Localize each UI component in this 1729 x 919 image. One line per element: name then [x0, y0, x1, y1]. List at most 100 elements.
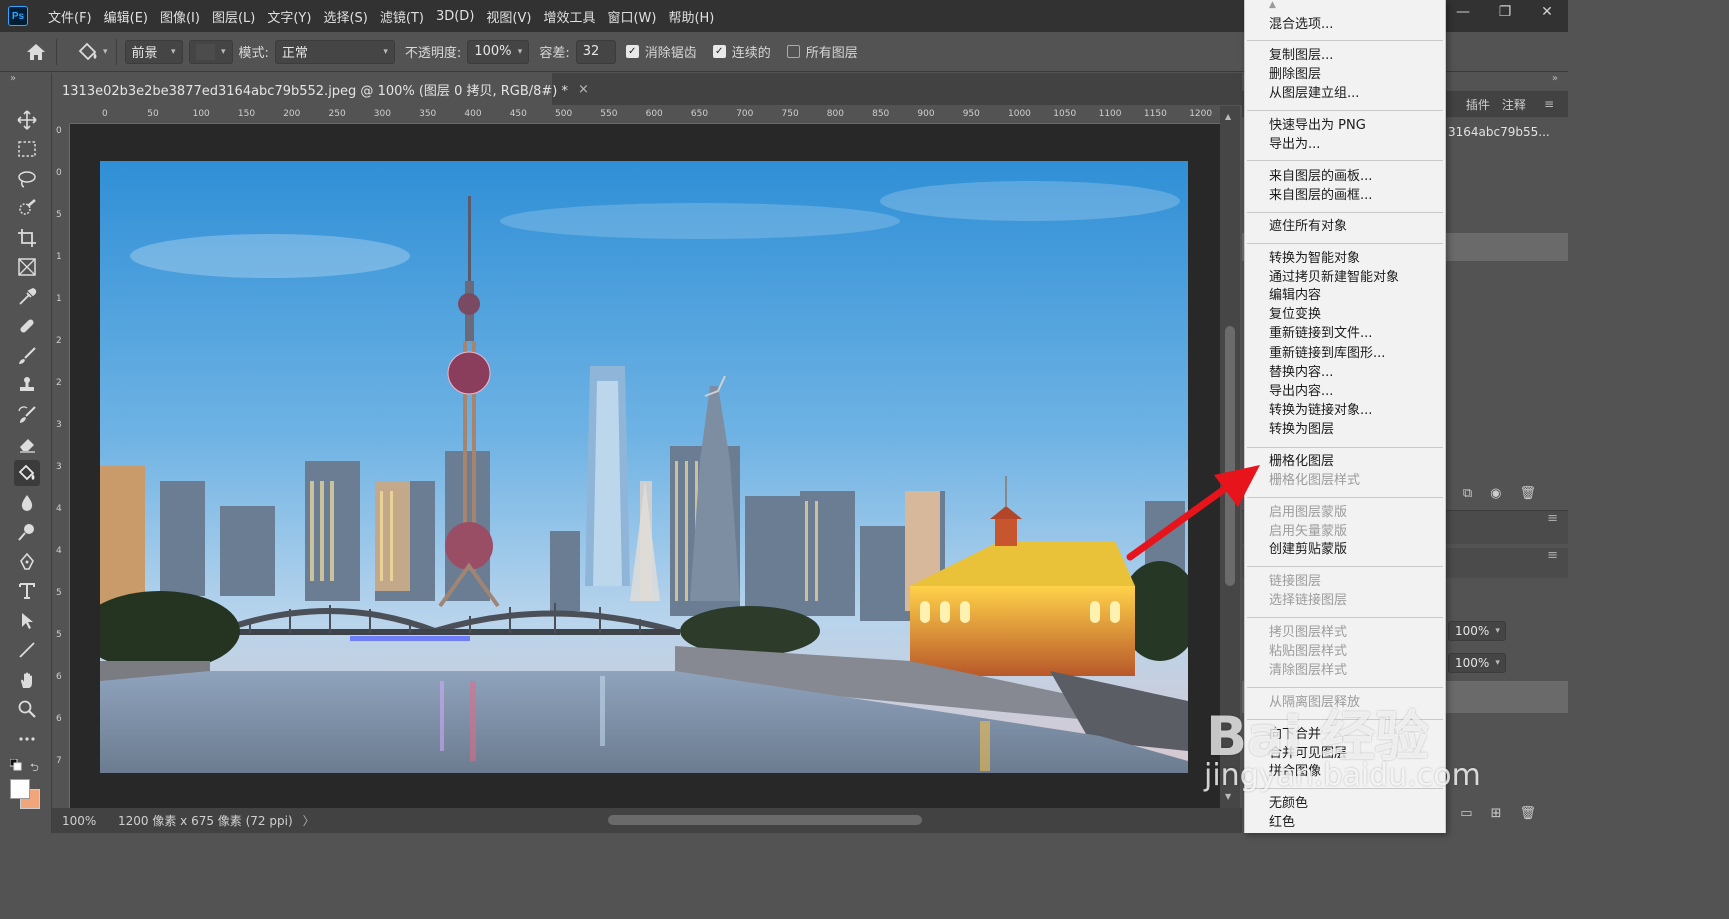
menu-item[interactable]: 创建剪贴蒙版 — [1269, 541, 1347, 559]
menu-item[interactable]: 红色 — [1269, 814, 1295, 832]
photoshop-logo-icon[interactable]: Ps — [8, 6, 28, 26]
menu-edit[interactable]: 编辑(E) — [98, 7, 154, 26]
vertical-scrollbar[interactable]: ▲ ▼ — [1220, 106, 1240, 808]
line-tool[interactable] — [14, 637, 40, 663]
new-snapshot-icon[interactable]: ⧉ — [1463, 486, 1472, 501]
menu-item[interactable]: 替换内容... — [1269, 364, 1333, 382]
scroll-up-icon[interactable]: ▲ — [1225, 112, 1231, 121]
menu-item[interactable]: 编辑内容 — [1269, 287, 1321, 305]
menu-item[interactable]: 转换为图层 — [1269, 421, 1334, 439]
brush-tool[interactable] — [14, 343, 40, 369]
menu-type[interactable]: 文字(Y) — [261, 7, 317, 26]
hand-tool[interactable] — [14, 667, 40, 693]
marquee-tool[interactable] — [14, 136, 40, 162]
blend-mode-select[interactable]: 正常 ▾ — [274, 39, 395, 64]
tolerance-input[interactable]: 32 — [575, 39, 616, 64]
blur-tool[interactable] — [14, 490, 40, 516]
menu-item[interactable]: 遮住所有对象 — [1269, 218, 1347, 236]
menu-item[interactable]: 快速导出为 PNG — [1269, 117, 1366, 135]
menu-file[interactable]: 文件(F) — [42, 7, 98, 26]
menu-item[interactable]: 混合选项... — [1269, 16, 1333, 34]
crop-tool[interactable] — [14, 225, 40, 251]
more-tools[interactable] — [14, 726, 40, 752]
menu-item[interactable]: 合并可见图层 — [1269, 745, 1347, 763]
layer-opacity-input[interactable]: 100% ▾ — [1448, 621, 1506, 641]
menu-window[interactable]: 窗口(W) — [601, 7, 662, 26]
zoom-tool[interactable] — [14, 696, 40, 722]
menu-item[interactable]: 复制图层... — [1269, 47, 1333, 65]
all-layers-checkbox[interactable]: 所有图层 — [786, 42, 858, 61]
menu-item[interactable]: 通过拷贝新建智能对象 — [1269, 269, 1399, 287]
menu-help[interactable]: 帮助(H) — [662, 7, 720, 26]
pattern-picker[interactable]: ▾ — [188, 39, 233, 64]
menu-item[interactable]: 导出内容... — [1269, 383, 1333, 401]
eyedropper-tool[interactable] — [14, 284, 40, 310]
menu-item[interactable]: 转换为智能对象 — [1269, 250, 1360, 268]
menu-layer[interactable]: 图层(L) — [206, 7, 261, 26]
tab-plugins[interactable]: 插件 — [1466, 96, 1490, 113]
new-layer-icon[interactable]: ⊞ — [1491, 806, 1502, 821]
type-tool[interactable] — [14, 578, 40, 604]
stamp-tool[interactable] — [14, 372, 40, 398]
menu-item[interactable]: 栅格化图层 — [1269, 453, 1334, 471]
foreground-color-swatch[interactable] — [10, 779, 30, 799]
menu-item[interactable]: 向下合并 — [1269, 726, 1321, 744]
zoom-level[interactable]: 100% — [62, 814, 112, 828]
menu-filter[interactable]: 滤镜(T) — [374, 7, 430, 26]
collapse-arrows-icon[interactable]: » — [10, 73, 16, 84]
path-selection-tool[interactable] — [14, 608, 40, 634]
menu-item[interactable]: 导出为... — [1269, 136, 1320, 154]
ruler-origin[interactable] — [52, 106, 70, 124]
opacity-input[interactable]: 100% ▾ — [467, 39, 530, 64]
menu-item[interactable]: 拼合图像 — [1269, 763, 1321, 781]
horizontal-ruler[interactable]: 0 50 100 150 200 250 300 350 400 450 500 550 600 650 7… — [70, 106, 1220, 124]
chevron-right-icon[interactable]: 〉 — [303, 812, 315, 829]
menu-view[interactable]: 视图(V) — [480, 7, 537, 26]
default-colors-icon[interactable] — [9, 758, 22, 775]
eraser-tool[interactable] — [14, 431, 40, 457]
document-tab[interactable]: 1313e02b3e2be3877ed3164abc79b552.jpeg @ … — [52, 73, 589, 105]
menu-image[interactable]: 图像(I) — [154, 7, 206, 26]
trash-icon[interactable]: 🗑 — [1519, 806, 1536, 821]
history-brush-tool[interactable] — [14, 402, 40, 428]
vertical-ruler[interactable]: 0 0 5 1 1 2 2 3 3 4 4 5 5 6 6 7 — [52, 124, 70, 808]
menu-item[interactable]: 重新链接到文件... — [1269, 325, 1372, 343]
tab-notes[interactable]: 注释 — [1502, 96, 1526, 113]
pen-tool[interactable] — [14, 549, 40, 575]
menu-item[interactable]: 无颜色 — [1269, 795, 1308, 813]
close-icon[interactable]: × — [578, 82, 589, 97]
move-tool[interactable] — [14, 107, 40, 133]
swap-colors-icon[interactable]: ⮌ — [30, 759, 39, 778]
menu-3d[interactable]: 3D(D) — [430, 9, 480, 24]
quick-selection-tool[interactable] — [14, 195, 40, 221]
menu-item[interactable]: 转换为链接对象... — [1269, 402, 1372, 420]
contiguous-checkbox[interactable]: ✓ 连续的 — [712, 42, 771, 61]
horizontal-scroll-thumb[interactable] — [608, 815, 922, 825]
menu-item[interactable]: 从图层建立组... — [1269, 85, 1359, 103]
panel-menu-icon[interactable]: ≡ — [1544, 97, 1554, 111]
minimize-button[interactable]: — — [1442, 0, 1484, 24]
frame-tool[interactable] — [14, 254, 40, 280]
dodge-tool[interactable] — [14, 519, 40, 545]
antialias-checkbox[interactable]: ✓ 消除锯齿 — [625, 42, 697, 61]
menu-item[interactable]: 来自图层的画框... — [1269, 187, 1372, 205]
scroll-down-icon[interactable]: ▼ — [1225, 792, 1231, 801]
folder-icon[interactable]: ▭ — [1460, 806, 1472, 821]
menu-item[interactable]: 复位变换 — [1269, 306, 1321, 324]
layer-fill-input[interactable]: 100% ▾ — [1448, 653, 1506, 673]
menu-item[interactable]: 重新链接到库图形... — [1269, 345, 1385, 363]
menu-item[interactable]: 删除图层 — [1269, 66, 1321, 84]
trash-icon[interactable]: 🗑 — [1519, 486, 1536, 501]
home-button[interactable] — [24, 41, 48, 63]
canvas-area[interactable] — [70, 124, 1220, 808]
scroll-up-icon[interactable]: ▲ — [1269, 0, 1276, 10]
menu-select[interactable]: 选择(S) — [317, 7, 373, 26]
fill-source-select[interactable]: 前景 ▾ — [124, 39, 183, 64]
healing-brush-tool[interactable] — [14, 313, 40, 339]
lasso-tool[interactable] — [14, 166, 40, 192]
menu-item[interactable]: 来自图层的画板... — [1269, 168, 1372, 186]
camera-icon[interactable]: ◉ — [1490, 486, 1501, 501]
menu-plugins[interactable]: 增效工具 — [537, 7, 601, 26]
paint-bucket-tool[interactable] — [14, 460, 40, 486]
shanghai-skyline-photo[interactable] — [100, 161, 1188, 773]
